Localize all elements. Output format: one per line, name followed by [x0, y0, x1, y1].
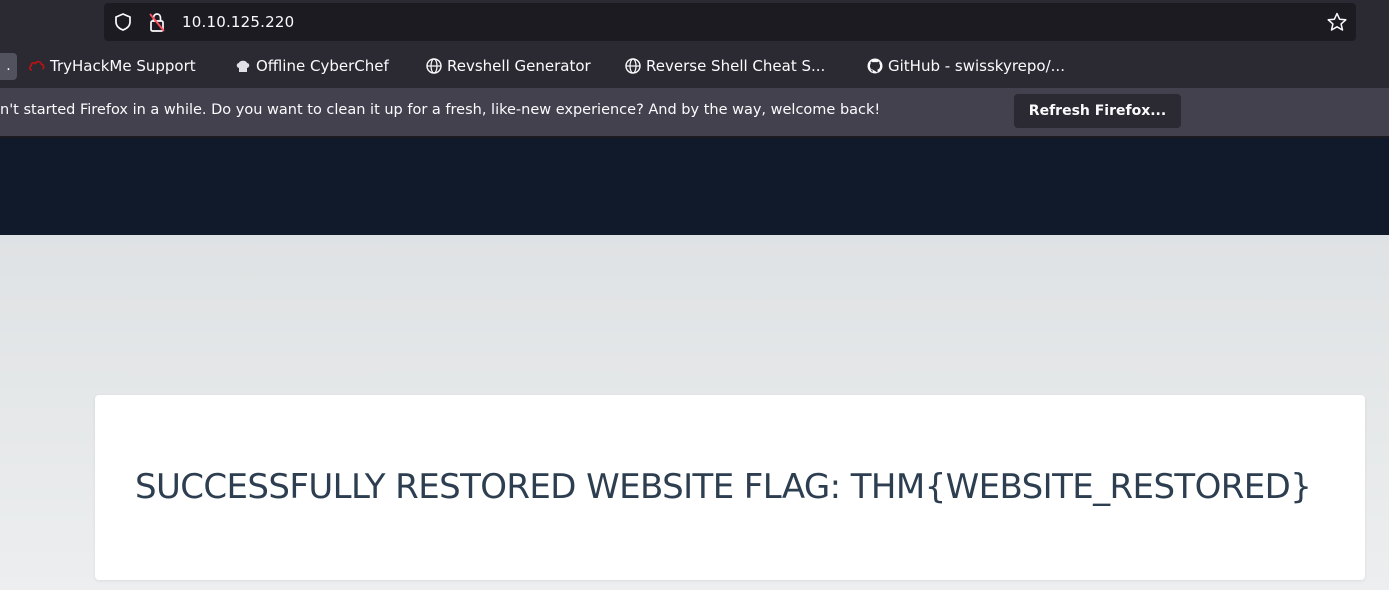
bookmark-github-swisskyrepo[interactable]: GitHub - swisskyrepo/...	[866, 55, 1065, 77]
bookmark-label: Offline CyberChef	[256, 57, 389, 75]
notification-message: n't started Firefox in a while. Do you w…	[0, 102, 881, 118]
site-header	[0, 138, 1389, 235]
bookmark-reverse-shell-cheat-sheet[interactable]: Reverse Shell Cheat S...	[624, 55, 825, 77]
globe-icon	[625, 58, 641, 74]
bookmark-offline-cyberchef[interactable]: Offline CyberChef	[234, 55, 389, 77]
bookmark-label: TryHackMe Support	[50, 57, 196, 75]
bookmark-label: GitHub - swisskyrepo/...	[888, 57, 1065, 75]
bookmark-label: Revshell Generator	[447, 57, 591, 75]
chef-hat-icon	[236, 60, 250, 72]
browser-toolbar: 10.10.125.220	[0, 0, 1389, 46]
bookmarks-toolbar: . TryHackMe Support Offline CyberChef Re…	[0, 46, 1389, 88]
globe-icon	[426, 58, 442, 74]
refresh-firefox-button[interactable]: Refresh Firefox...	[1014, 94, 1181, 128]
bookmark-star-icon[interactable]	[1326, 11, 1348, 33]
tryhackme-cloud-icon	[29, 61, 45, 71]
bookmark-tryhackme-support[interactable]: TryHackMe Support	[28, 55, 196, 77]
bookmark-label: Reverse Shell Cheat S...	[646, 57, 826, 75]
flag-card: SUCCESSFULLY RESTORED WEBSITE FLAG: THM{…	[95, 395, 1365, 580]
bookmark-overflow-stub[interactable]: .	[0, 53, 17, 80]
flag-message: SUCCESSFULLY RESTORED WEBSITE FLAG: THM{…	[135, 467, 1312, 507]
github-icon	[867, 58, 883, 74]
shield-icon[interactable]	[113, 12, 133, 32]
insecure-lock-icon[interactable]	[147, 11, 167, 33]
url-text[interactable]: 10.10.125.220	[182, 13, 294, 31]
bookmark-revshell-generator[interactable]: Revshell Generator	[425, 55, 591, 77]
notification-bar: n't started Firefox in a while. Do you w…	[0, 88, 1389, 136]
address-bar[interactable]: 10.10.125.220	[104, 3, 1356, 41]
